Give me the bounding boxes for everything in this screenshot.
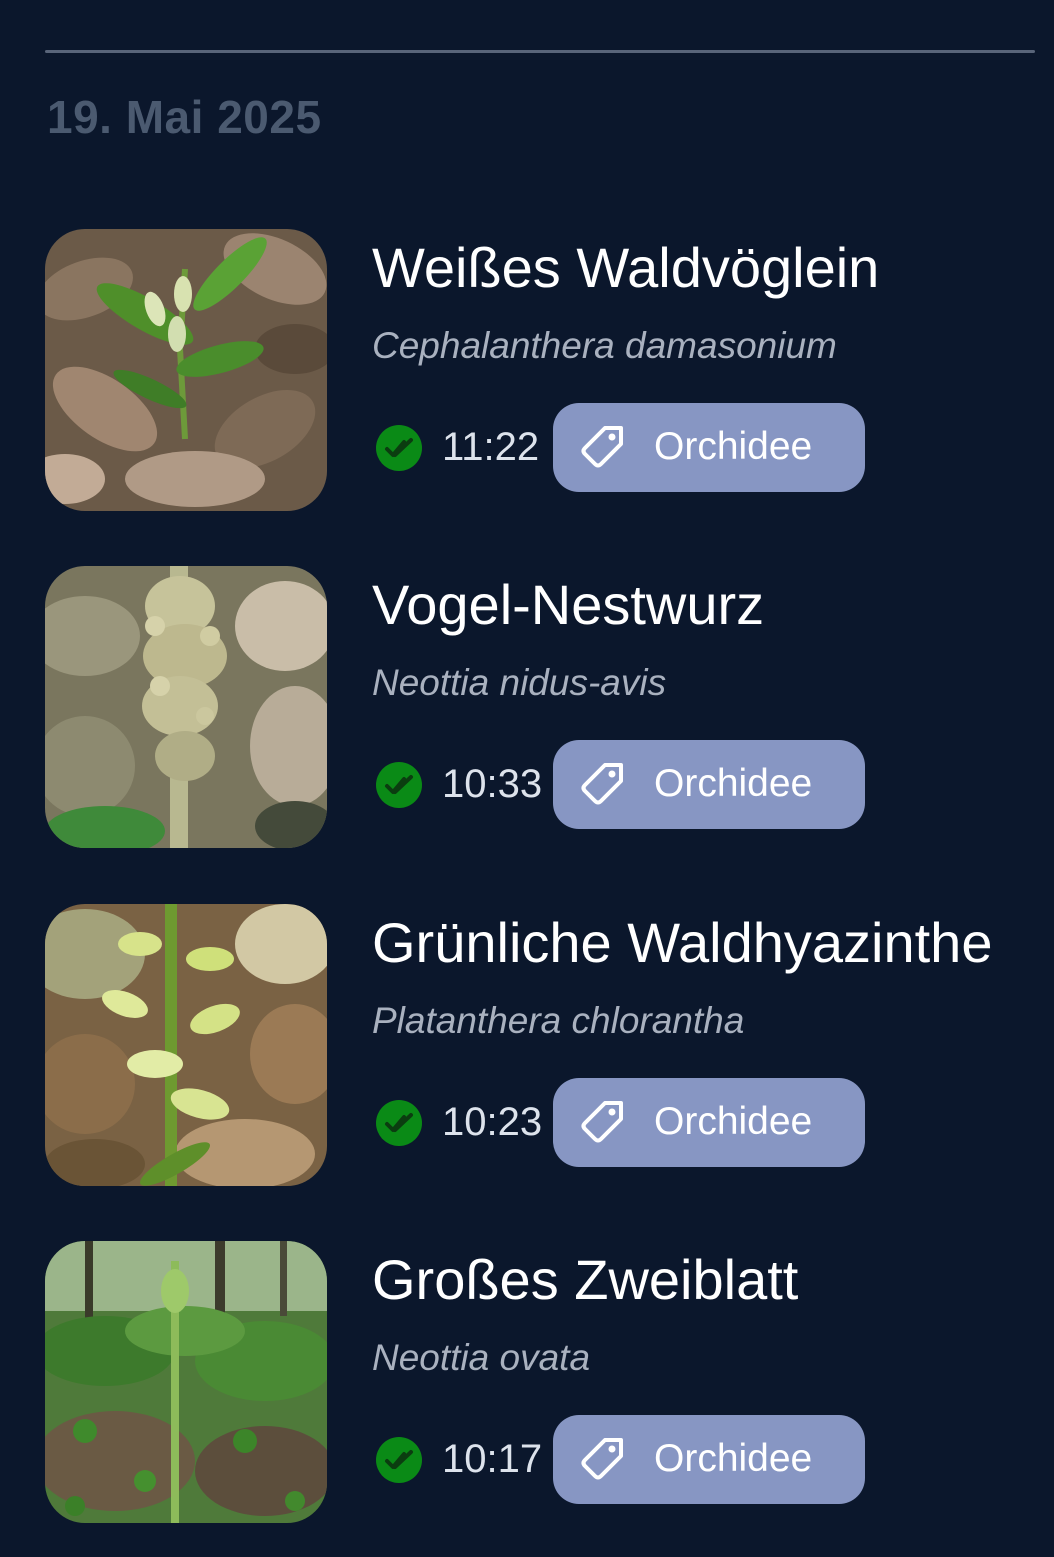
observation-time: 11:22 — [442, 425, 540, 469]
common-name: Vogel-Nestwurz — [372, 573, 765, 636]
tag-chip[interactable]: Orchidee — [553, 1078, 865, 1167]
observation-item[interactable]: Grünliche Waldhyazinthe Platanthera chlo… — [45, 904, 1035, 1186]
double-check-icon — [375, 1436, 423, 1484]
tag-icon — [579, 424, 625, 470]
top-divider — [45, 50, 1035, 53]
observation-photo[interactable] — [45, 1241, 327, 1523]
tag-chip[interactable]: Orchidee — [553, 1415, 865, 1504]
tag-label: Orchidee — [654, 762, 813, 805]
observation-time: 10:33 — [442, 762, 543, 806]
tag-icon — [579, 1436, 625, 1482]
tag-chip[interactable]: Orchidee — [553, 740, 865, 829]
observation-photo[interactable] — [45, 904, 327, 1186]
observation-photo[interactable] — [45, 566, 327, 848]
common-name: Großes Zweiblatt — [372, 1248, 799, 1311]
latin-name: Cephalanthera damasonium — [372, 325, 837, 366]
observation-time: 10:23 — [442, 1100, 543, 1144]
observation-item[interactable]: Großes Zweiblatt Neottia ovata 10:17 Orc… — [45, 1241, 1035, 1523]
date-header: 19. Mai 2025 — [47, 91, 322, 143]
tag-icon — [579, 761, 625, 807]
observation-item[interactable]: Vogel-Nestwurz Neottia nidus-avis 10:33 … — [45, 566, 1035, 848]
tag-chip[interactable]: Orchidee — [553, 403, 865, 492]
tag-label: Orchidee — [654, 1100, 813, 1143]
latin-name: Neottia nidus-avis — [372, 662, 667, 703]
observation-item[interactable]: Weißes Waldvöglein Cephalanthera damason… — [45, 229, 1035, 511]
observation-list-page: 19. Mai 2025 Weißes Waldvöglein Cephalan… — [0, 0, 1054, 1557]
latin-name: Neottia ovata — [372, 1337, 591, 1378]
double-check-icon — [375, 761, 423, 809]
common-name: Weißes Waldvöglein — [372, 236, 880, 299]
tag-label: Orchidee — [654, 425, 813, 468]
observation-time: 10:17 — [442, 1437, 543, 1481]
tag-label: Orchidee — [654, 1437, 813, 1480]
tag-icon — [579, 1099, 625, 1145]
latin-name: Platanthera chlorantha — [372, 1000, 745, 1041]
observation-photo[interactable] — [45, 229, 327, 511]
double-check-icon — [375, 424, 423, 472]
double-check-icon — [375, 1099, 423, 1147]
common-name: Grünliche Waldhyazinthe — [372, 911, 993, 974]
